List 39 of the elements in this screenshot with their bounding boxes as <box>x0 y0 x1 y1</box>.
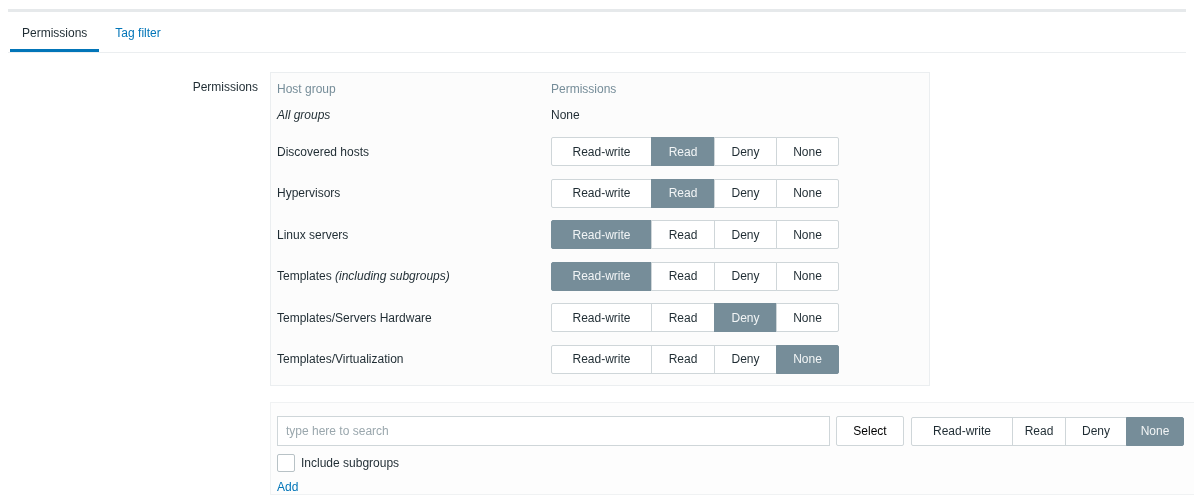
permission-option[interactable]: Read-write <box>551 303 652 333</box>
select-button[interactable]: Select <box>836 416 904 446</box>
field-label: Permissions <box>191 79 258 96</box>
column-header: Permissions <box>551 82 617 96</box>
permission-value: None <box>551 108 580 122</box>
permission-option[interactable]: Read-write <box>911 416 1013 446</box>
host-group-name: All groups <box>277 108 331 122</box>
permission-option[interactable]: Deny <box>714 344 777 374</box>
permission-option[interactable]: None <box>776 303 839 333</box>
host-group-name: Templates/Virtualization <box>277 352 404 367</box>
permission-option[interactable]: Read <box>651 261 715 291</box>
permission-option[interactable]: Read <box>651 344 715 374</box>
permission-option[interactable]: Read <box>651 303 715 333</box>
permission-option[interactable]: Deny <box>714 178 777 208</box>
permission-option[interactable]: Deny <box>714 137 777 167</box>
permission-option[interactable]: None <box>776 137 839 167</box>
permission-option[interactable]: None <box>776 178 839 208</box>
column-header: Host group <box>277 82 336 96</box>
add-link[interactable]: Add <box>277 480 299 494</box>
permission-option[interactable]: Deny <box>1065 416 1127 446</box>
host-group-name: Templates (including subgroups) <box>277 269 450 284</box>
host-group-name: Hypervisors <box>277 186 341 201</box>
checkbox[interactable] <box>277 454 295 472</box>
search-field[interactable]: type here to search <box>277 416 830 446</box>
permission-option[interactable]: Deny <box>714 220 777 250</box>
permission-option[interactable]: None <box>776 220 839 250</box>
permission-option[interactable]: Read-write <box>551 178 652 208</box>
permission-option[interactable]: Read <box>1012 416 1066 446</box>
permission-option[interactable]: None <box>776 261 839 291</box>
permission-option[interactable]: Read-write <box>551 344 652 374</box>
host-group-name: Linux servers <box>277 227 349 242</box>
host-group-name: Templates/Servers Hardware <box>277 310 432 325</box>
permission-option[interactable]: Read-write <box>551 137 652 167</box>
permission-option[interactable]: Read <box>651 220 715 250</box>
tab[interactable]: Permissions <box>10 20 100 52</box>
host-group-name: Discovered hosts <box>277 144 370 159</box>
checkbox-label: Include subgroups <box>301 456 400 470</box>
tab[interactable]: Tag filter <box>103 20 173 52</box>
permission-option[interactable]: Deny <box>714 261 777 291</box>
